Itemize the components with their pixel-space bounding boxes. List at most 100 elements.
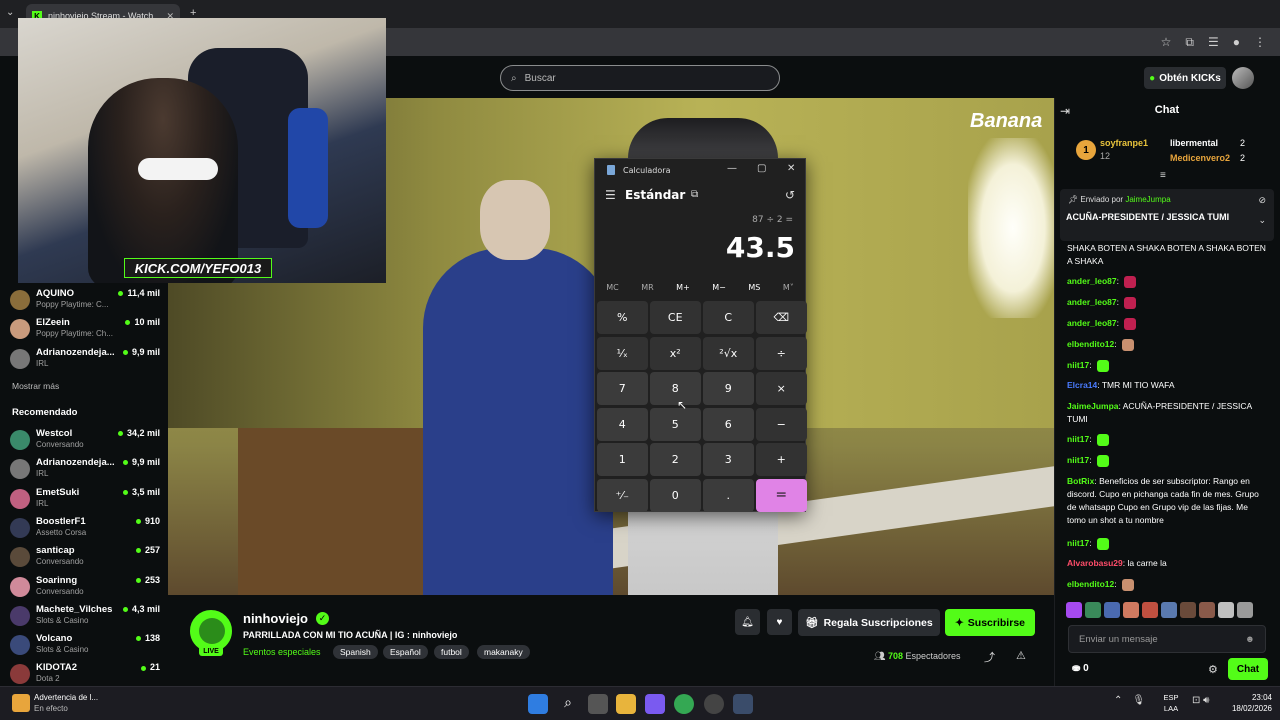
mic-icon[interactable]: 🎙︎ [1132,695,1155,706]
emote-icon[interactable] [1218,602,1234,618]
media-icon[interactable]: ☰ [1208,35,1219,49]
chevron-down-icon[interactable]: ⌄ [1258,215,1266,226]
gift-subs-button[interactable]: 🎁︎ Regala Suscripciones [798,609,940,636]
chat-username[interactable]: elbendito12 [1067,339,1114,349]
emote-icon[interactable] [1123,602,1139,618]
chat-username[interactable]: ander_leo87 [1067,276,1117,286]
minimize-icon[interactable]: — [727,163,737,174]
calc-key[interactable]: 5 [650,407,701,441]
report-icon[interactable]: ⚠ [1016,649,1026,662]
calc-key[interactable]: 7 [597,372,648,405]
share-icon[interactable]: ⤴ [984,649,995,665]
task-view-icon[interactable] [588,694,608,714]
chat-username[interactable]: ander_leo87 [1067,297,1117,307]
calc-key[interactable]: − [756,407,807,441]
star-icon[interactable]: ☆ [1161,35,1172,49]
memory-key[interactable]: M+ [676,283,690,297]
memory-key[interactable]: MR [641,283,653,297]
emote-icon[interactable] [1142,602,1158,618]
emote-icon[interactable] [1066,602,1082,618]
chat-username[interactable]: Alvarobasu29 [1067,558,1123,568]
memory-key[interactable]: M− [712,283,726,297]
send-chat-button[interactable]: Chat [1228,658,1268,680]
calc-key[interactable]: ⌫ [756,301,807,334]
following-item[interactable]: ElZeein Poppy Playtime: Ch... 10 mil [10,317,160,345]
calc-key[interactable]: 8 [650,372,701,405]
emote-icon[interactable] [1161,602,1177,618]
calculator-window[interactable]: Calculadora — ▢ ✕ ☰ Estándar ⧉ ↺ 87 ÷ 2 … [594,158,807,512]
obs-icon[interactable] [704,694,724,714]
history-icon[interactable]: ↺ [785,188,795,202]
emote-icon[interactable] [1180,602,1196,618]
get-kicks-button[interactable]: ● Obtén KICKs [1144,67,1226,89]
weather-warning-widget[interactable]: Advertencia de l... En efecto [10,690,160,716]
copilot-icon[interactable] [645,694,665,714]
calc-key[interactable]: 3 [703,443,754,476]
gifter-3-name[interactable]: Medicenvero2 [1170,153,1230,163]
recommended-item[interactable]: Machete_Vilches Slots & Casino 4,3 mil [10,604,160,632]
calc-key[interactable]: CE [650,301,701,334]
calc-key[interactable]: 2 [650,443,701,476]
extensions-icon[interactable]: ⧉ [1185,35,1194,50]
chat-username[interactable]: niit17 [1067,434,1089,444]
chat-username[interactable]: Elcra14 [1067,380,1097,390]
chat-username[interactable]: ander_leo87 [1067,318,1117,328]
calc-key[interactable]: ²√x [703,336,754,370]
streamer-name[interactable]: ninhoviejo [243,611,308,626]
emote-icon[interactable] [1104,602,1120,618]
chat-username[interactable]: BotRix [1067,476,1094,486]
expand-gifters-icon[interactable]: ≡ [1160,170,1166,181]
start-icon[interactable] [528,694,548,714]
chat-username[interactable]: JaimeJumpa [1067,401,1119,411]
calculator-taskbar-icon[interactable] [733,694,753,714]
gifter-2-name[interactable]: libermental [1170,138,1218,148]
calc-key[interactable]: + [756,443,807,476]
kicks-balance[interactable]: ⛂ 0 [1072,663,1089,674]
recommended-item[interactable]: Adrianozendeja... IRL 9,9 mil [10,457,160,485]
hamburger-menu-icon[interactable]: ☰ [605,188,616,202]
tag-makanaky[interactable]: makanaky [477,645,530,659]
emote-icon[interactable] [1199,602,1215,618]
user-avatar[interactable] [1232,67,1254,89]
calc-key[interactable]: × [756,372,807,405]
tag-espanol[interactable]: Español [383,645,428,659]
chat-username[interactable]: niit17 [1067,455,1089,465]
calc-key[interactable]: % [597,301,648,334]
calc-key[interactable]: x² [650,336,701,370]
emoji-icon[interactable]: ☻ [1245,634,1255,645]
chat-input[interactable]: Enviar un mensaje ☻ [1068,625,1266,653]
subscribe-button[interactable]: ✦ Suscribirse [945,609,1035,636]
file-explorer-icon[interactable] [616,694,636,714]
maximize-icon[interactable]: ▢ [757,163,766,174]
chrome-icon[interactable] [674,694,694,714]
recommended-item[interactable]: Soarinng Conversando 253 [10,575,160,603]
chat-username[interactable]: niit17 [1067,538,1089,548]
tag-spanish[interactable]: Spanish [333,645,378,659]
language-indicator[interactable]: ESP LAA [1158,692,1184,714]
search-input[interactable]: ⌕ Buscar [500,65,780,91]
clock[interactable]: 23:04 18/02/2026 [1220,692,1272,714]
emote-icon[interactable] [1237,602,1253,618]
gear-icon[interactable]: ⚙ [1208,663,1218,676]
top-gifter-name[interactable]: soyfranpe1 [1100,138,1148,148]
calc-key[interactable]: ⁺⁄₋ [597,478,648,512]
emote-icon[interactable] [1085,602,1101,618]
calc-key[interactable]: ¹⁄ₓ [597,336,648,370]
recommended-item[interactable]: santicap Conversando 257 [10,545,160,573]
calculator-titlebar[interactable]: Calculadora [595,159,805,181]
chat-username[interactable]: niit17 [1067,360,1089,370]
memory-key[interactable]: MC [606,283,619,297]
network-volume-icon[interactable]: ⊡ 🔊︎ [1192,695,1209,706]
profile-icon[interactable]: ● [1233,35,1240,49]
unpin-icon[interactable]: ⊘ [1258,195,1266,206]
system-tray[interactable]: ⌃🎙︎ [1114,695,1155,706]
notification-bell-button[interactable]: 🔔︎ [735,609,760,635]
calc-key[interactable]: ÷ [756,336,807,370]
stream-category[interactable]: Eventos especiales [243,647,321,657]
pinned-message[interactable]: 📌︎ Enviado por JaimeJumpa ACUÑA-PRESIDEN… [1060,189,1274,241]
menu-icon[interactable]: ⋮ [1254,35,1266,49]
following-item[interactable]: AQUINO Poppy Playtime: C... 11,4 mil [10,288,160,316]
memory-key[interactable]: MS [748,283,760,297]
calc-key[interactable]: C [703,301,754,334]
calc-key[interactable]: = [756,478,807,512]
